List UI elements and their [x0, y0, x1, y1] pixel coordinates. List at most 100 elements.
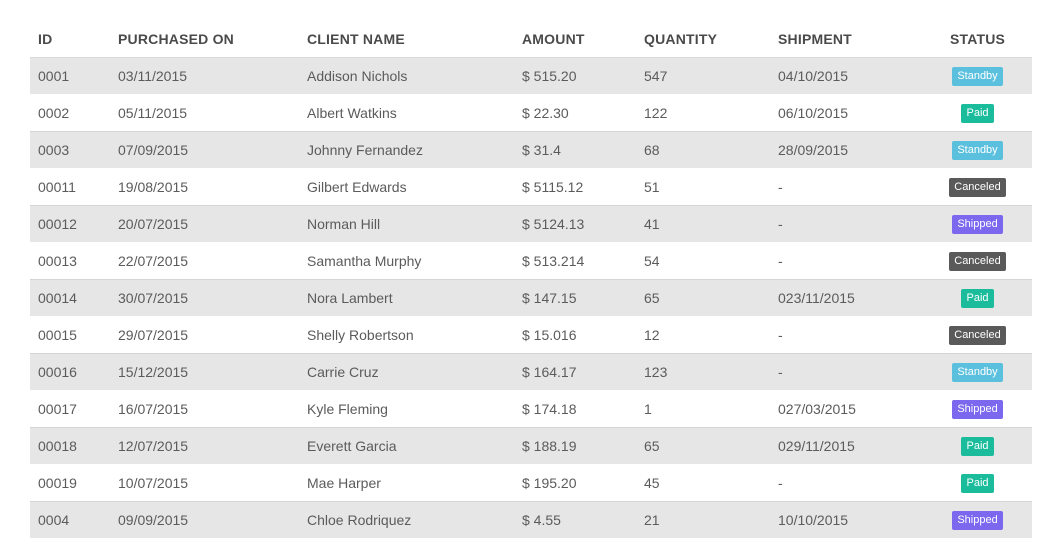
cell-quantity: 54: [636, 242, 770, 280]
cell-status: Shipped: [923, 390, 1032, 428]
cell-purchased-on: 05/11/2015: [110, 94, 299, 132]
cell-purchased-on: 03/11/2015: [110, 57, 299, 95]
cell-purchased-on: 22/07/2015: [110, 242, 299, 280]
cell-amount: $ 515.20: [514, 57, 636, 95]
cell-id: 00011: [30, 168, 110, 206]
cell-amount: $ 164.17: [514, 353, 636, 391]
header-quantity[interactable]: QUANTITY: [636, 20, 770, 58]
cell-client-name: Shelly Robertson: [299, 316, 514, 354]
cell-amount: $ 5124.13: [514, 205, 636, 243]
cell-quantity: 122: [636, 94, 770, 132]
cell-client-name: Nora Lambert: [299, 279, 514, 317]
cell-id: 00014: [30, 279, 110, 317]
cell-purchased-on: 09/09/2015: [110, 501, 299, 538]
table-body: 0001 03/11/2015 Addison Nichols $ 515.20 547…: [30, 57, 1032, 538]
cell-purchased-on: 20/07/2015: [110, 205, 299, 243]
cell-status: Shipped: [923, 501, 1032, 538]
cell-amount: $ 31.4: [514, 131, 636, 169]
cell-status: Shipped: [923, 205, 1032, 243]
cell-amount: $ 147.15: [514, 279, 636, 317]
cell-status: Standby: [923, 353, 1032, 391]
cell-amount: $ 4.55: [514, 501, 636, 538]
cell-quantity: 45: [636, 464, 770, 502]
cell-id: 00017: [30, 390, 110, 428]
cell-shipment: -: [770, 316, 923, 354]
table-row[interactable]: 00019 10/07/2015 Mae Harper $ 195.20 45- Paid: [30, 464, 1032, 502]
status-badge: Standby: [952, 141, 1003, 160]
status-badge: Standby: [952, 363, 1003, 382]
cell-client-name: Johnny Fernandez: [299, 131, 514, 169]
cell-id: 00016: [30, 353, 110, 391]
cell-purchased-on: 15/12/2015: [110, 353, 299, 391]
table-row[interactable]: 00018 12/07/2015 Everett Garcia $ 188.19 65 0…: [30, 427, 1032, 465]
orders-table: ID PURCHASED ON CLIENT NAME AMOUNT QUANT…: [30, 20, 1032, 538]
status-badge: Canceled: [949, 252, 1006, 271]
table-row[interactable]: 00012 20/07/2015 Norman Hill $ 5124.13 41- Sh…: [30, 205, 1032, 243]
cell-quantity: 65: [636, 279, 770, 317]
status-badge: Paid: [961, 104, 994, 123]
cell-shipment: -: [770, 353, 923, 391]
table-row[interactable]: 0003 07/09/2015 Johnny Fernandez $ 31.4 68 28…: [30, 131, 1032, 169]
cell-status: Paid: [923, 427, 1032, 465]
cell-shipment: 04/10/2015: [770, 57, 923, 95]
cell-shipment: 023/11/2015: [770, 279, 923, 317]
table-row[interactable]: 0001 03/11/2015 Addison Nichols $ 515.20 547…: [30, 57, 1032, 95]
cell-client-name: Mae Harper: [299, 464, 514, 502]
table-row[interactable]: 00016 15/12/2015 Carrie Cruz $ 164.17 123- St…: [30, 353, 1032, 391]
header-client-name[interactable]: CLIENT NAME: [299, 20, 514, 58]
cell-client-name: Everett Garcia: [299, 427, 514, 465]
cell-id: 0003: [30, 131, 110, 169]
cell-amount: $ 5115.12: [514, 168, 636, 206]
cell-shipment: 10/10/2015: [770, 501, 923, 538]
cell-client-name: Carrie Cruz: [299, 353, 514, 391]
table-row[interactable]: 00015 29/07/2015 Shelly Robertson $ 15.016 1…: [30, 316, 1032, 354]
status-badge: Paid: [961, 474, 994, 493]
cell-amount: $ 195.20: [514, 464, 636, 502]
table-row[interactable]: 0002 05/11/2015 Albert Watkins $ 22.30 122 06…: [30, 94, 1032, 132]
cell-shipment: 029/11/2015: [770, 427, 923, 465]
cell-quantity: 21: [636, 501, 770, 538]
cell-purchased-on: 12/07/2015: [110, 427, 299, 465]
header-id[interactable]: ID: [30, 20, 110, 58]
cell-client-name: Norman Hill: [299, 205, 514, 243]
cell-id: 0001: [30, 57, 110, 95]
cell-purchased-on: 10/07/2015: [110, 464, 299, 502]
header-shipment[interactable]: SHIPMENT: [770, 20, 923, 58]
status-badge: Shipped: [952, 400, 1003, 419]
table-row[interactable]: 00011 19/08/2015 Gilbert Edwards $ 5115.12 5…: [30, 168, 1032, 206]
cell-shipment: -: [770, 464, 923, 502]
status-badge: Paid: [961, 289, 994, 308]
header-purchased-on[interactable]: PURCHASED ON: [110, 20, 299, 58]
cell-status: Paid: [923, 279, 1032, 317]
cell-amount: $ 174.18: [514, 390, 636, 428]
table-row[interactable]: 0004 09/09/2015 Chloe Rodriquez $ 4.55 21 10/…: [30, 501, 1032, 538]
cell-id: 00018: [30, 427, 110, 465]
cell-id: 00013: [30, 242, 110, 280]
cell-client-name: Samantha Murphy: [299, 242, 514, 280]
header-row: ID PURCHASED ON CLIENT NAME AMOUNT QUANT…: [30, 20, 1032, 58]
cell-purchased-on: 07/09/2015: [110, 131, 299, 169]
cell-shipment: 28/09/2015: [770, 131, 923, 169]
table-row[interactable]: 00013 22/07/2015 Samantha Murphy $ 513.214 5…: [30, 242, 1032, 280]
header-amount[interactable]: AMOUNT: [514, 20, 636, 58]
status-badge: Standby: [952, 67, 1003, 86]
cell-shipment: -: [770, 242, 923, 280]
cell-quantity: 123: [636, 353, 770, 391]
cell-shipment: 027/03/2015: [770, 390, 923, 428]
cell-status: Canceled: [923, 168, 1032, 206]
header-status[interactable]: STATUS: [923, 20, 1032, 58]
table-row[interactable]: 00017 16/07/2015 Kyle Fleming $ 174.18 1 027/…: [30, 390, 1032, 428]
cell-purchased-on: 30/07/2015: [110, 279, 299, 317]
status-badge: Canceled: [949, 326, 1006, 345]
cell-purchased-on: 29/07/2015: [110, 316, 299, 354]
table-row[interactable]: 00014 30/07/2015 Nora Lambert $ 147.15 65 023…: [30, 279, 1032, 317]
cell-id: 00015: [30, 316, 110, 354]
cell-quantity: 1: [636, 390, 770, 428]
cell-client-name: Gilbert Edwards: [299, 168, 514, 206]
cell-quantity: 547: [636, 57, 770, 95]
cell-shipment: -: [770, 168, 923, 206]
cell-amount: $ 513.214: [514, 242, 636, 280]
cell-id: 0004: [30, 501, 110, 538]
cell-quantity: 65: [636, 427, 770, 465]
cell-client-name: Addison Nichols: [299, 57, 514, 95]
